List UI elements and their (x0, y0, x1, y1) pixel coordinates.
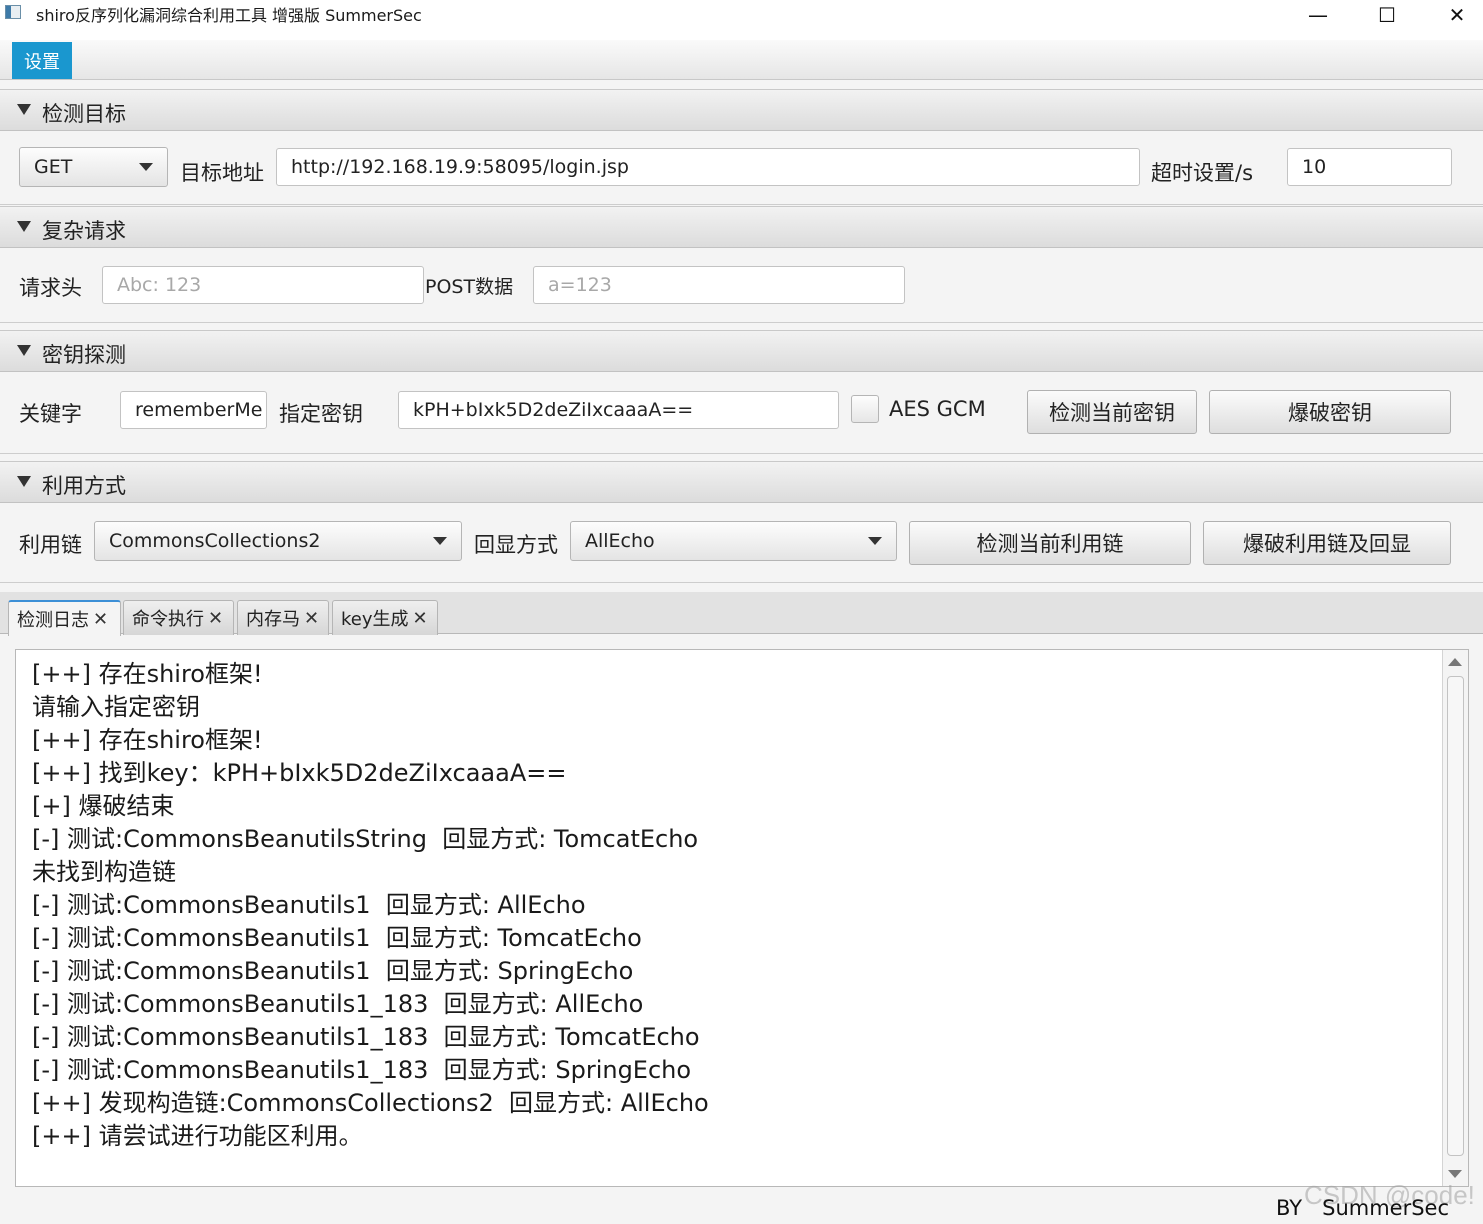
chevron-down-icon (139, 163, 153, 171)
log-lines: [++] 存在shiro框架! 请输入指定密钥 [++] 存在shiro框架! [++… (32, 658, 709, 1153)
method-value: GET (34, 156, 73, 178)
url-input[interactable]: http://192.168.19.9:58095/login.jsp (276, 148, 1140, 186)
header-input[interactable]: Abc: 123 (102, 266, 424, 304)
log-line: [+] 爆破结束 (32, 792, 175, 820)
log-line: [-] 测试:CommonsBeanutils1 回显方式: AllEcho (32, 891, 586, 919)
tab-label: 命令执行 (132, 609, 204, 630)
chain-value: CommonsCollections2 (109, 530, 321, 552)
chain-select[interactable]: CommonsCollections2 (94, 521, 462, 561)
section-target-header[interactable]: 检测目标 (0, 89, 1483, 131)
app-icon (5, 5, 21, 19)
url-label: 目标地址 (180, 161, 264, 185)
section-key-header[interactable]: 密钥探测 (0, 330, 1483, 372)
collapse-arrow-icon (17, 345, 31, 356)
log-line: [-] 测试:CommonsBeanutils1 回显方式: SpringEch… (32, 957, 634, 985)
tab-strip: 检测日志 ✕ 命令执行 ✕ 内存马 ✕ key生成 ✕ (0, 592, 1483, 636)
log-line: [-] 测试:CommonsBeanutils1 回显方式: TomcatEch… (32, 924, 642, 952)
section-target-title: 检测目标 (42, 102, 126, 126)
close-icon[interactable]: ✕ (413, 608, 428, 629)
footer-credit: BY SummerSec (1276, 1196, 1450, 1220)
log-line: [++] 存在shiro框架! (32, 726, 263, 754)
section-key-body: 关键字 rememberMe 指定密钥 kPH+bIxk5D2deZiIxcaa… (0, 372, 1483, 454)
log-line: [-] 测试:CommonsBeanutilsString 回显方式: Tomc… (32, 825, 699, 853)
chevron-down-icon (433, 537, 447, 545)
app-window: shiro反序列化漏洞综合利用工具 增强版 SummerSec — ☐ ✕ 设置… (0, 0, 1483, 1224)
brute-chain-button[interactable]: 爆破利用链及回显 (1203, 521, 1451, 565)
header-label: 请求头 (19, 276, 82, 300)
log-line: [++] 存在shiro框架! (32, 660, 263, 688)
section-exploit-title: 利用方式 (42, 474, 126, 498)
collapse-arrow-icon (17, 476, 31, 487)
section-complex-body: 请求头 Abc: 123 POST数据 a=123 (0, 248, 1483, 323)
log-line: [-] 测试:CommonsBeanutils1_183 回显方式: AllEc… (32, 990, 644, 1018)
tab-label: 内存马 (246, 609, 300, 630)
post-label: POST数据 (425, 276, 514, 298)
section-target-body: GET 目标地址 http://192.168.19.9:58095/login… (0, 131, 1483, 205)
log-line: [++] 请尝试进行功能区利用。 (32, 1122, 363, 1150)
post-input[interactable]: a=123 (533, 266, 905, 304)
scroll-down-icon[interactable] (1448, 1170, 1462, 1178)
specified-key-label: 指定密钥 (279, 402, 363, 426)
menu-bar: 设置 (0, 40, 1483, 80)
tab-key-gen[interactable]: key生成 ✕ (332, 600, 438, 635)
collapse-arrow-icon (17, 104, 31, 115)
chain-label: 利用链 (19, 533, 82, 557)
tab-label: 检测日志 (17, 610, 89, 631)
timeout-input[interactable]: 10 (1287, 148, 1452, 186)
section-complex-header[interactable]: 复杂请求 (0, 206, 1483, 248)
check-chain-button[interactable]: 检测当前利用链 (909, 521, 1191, 565)
scroll-up-icon[interactable] (1448, 658, 1462, 666)
log-line: [-] 测试:CommonsBeanutils1_183 回显方式: Tomca… (32, 1023, 700, 1051)
tab-command-exec[interactable]: 命令执行 ✕ (123, 600, 234, 635)
close-icon[interactable]: ✕ (304, 608, 319, 629)
tab-detect-log[interactable]: 检测日志 ✕ (8, 600, 121, 636)
collapse-arrow-icon (17, 221, 31, 232)
section-exploit-body: 利用链 CommonsCollections2 回显方式 AllEcho 检测当… (0, 503, 1483, 583)
chevron-down-icon (868, 537, 882, 545)
title-bar: shiro反序列化漏洞综合利用工具 增强版 SummerSec — ☐ ✕ (0, 0, 1483, 40)
tab-memshell[interactable]: 内存马 ✕ (237, 600, 329, 635)
close-icon[interactable]: ✕ (208, 608, 223, 629)
log-line: 未找到构造链 (32, 858, 176, 886)
log-line: [++] 发现构造链:CommonsCollections2 回显方式: All… (32, 1089, 709, 1117)
section-complex-title: 复杂请求 (42, 219, 126, 243)
check-key-button[interactable]: 检测当前密钥 (1027, 390, 1197, 434)
menu-settings[interactable]: 设置 (12, 42, 72, 79)
keyword-input[interactable]: rememberMe (120, 391, 267, 429)
aes-gcm-label: AES GCM (889, 397, 986, 421)
aes-gcm-checkbox[interactable] (851, 395, 879, 423)
timeout-label: 超时设置/s (1151, 161, 1254, 185)
specified-key-input[interactable]: kPH+bIxk5D2deZiIxcaaaA== (398, 391, 839, 429)
section-exploit-header[interactable]: 利用方式 (0, 461, 1483, 503)
echo-label: 回显方式 (474, 533, 558, 557)
minimize-button[interactable]: — (1295, 0, 1341, 30)
section-key-title: 密钥探测 (42, 343, 126, 367)
keyword-label: 关键字 (19, 402, 82, 426)
maximize-button[interactable]: ☐ (1364, 0, 1410, 30)
scroll-thumb[interactable] (1447, 676, 1464, 1156)
tab-label: key生成 (341, 609, 409, 630)
log-line: [-] 测试:CommonsBeanutils1_183 回显方式: Sprin… (32, 1056, 692, 1084)
close-icon[interactable]: ✕ (93, 609, 108, 630)
log-line: [++] 找到key：kPH+bIxk5D2deZiIxcaaaA== (32, 759, 567, 787)
method-select[interactable]: GET (19, 147, 168, 187)
echo-select[interactable]: AllEcho (570, 521, 897, 561)
log-textarea[interactable]: [++] 存在shiro框架! 请输入指定密钥 [++] 存在shiro框架! [++… (15, 649, 1469, 1187)
close-button[interactable]: ✕ (1434, 0, 1480, 30)
brute-key-button[interactable]: 爆破密钥 (1209, 390, 1451, 434)
echo-value: AllEcho (585, 530, 655, 552)
log-line: 请输入指定密钥 (32, 693, 200, 721)
vertical-scrollbar[interactable] (1442, 650, 1468, 1186)
window-title: shiro反序列化漏洞综合利用工具 增强版 SummerSec (36, 6, 422, 25)
